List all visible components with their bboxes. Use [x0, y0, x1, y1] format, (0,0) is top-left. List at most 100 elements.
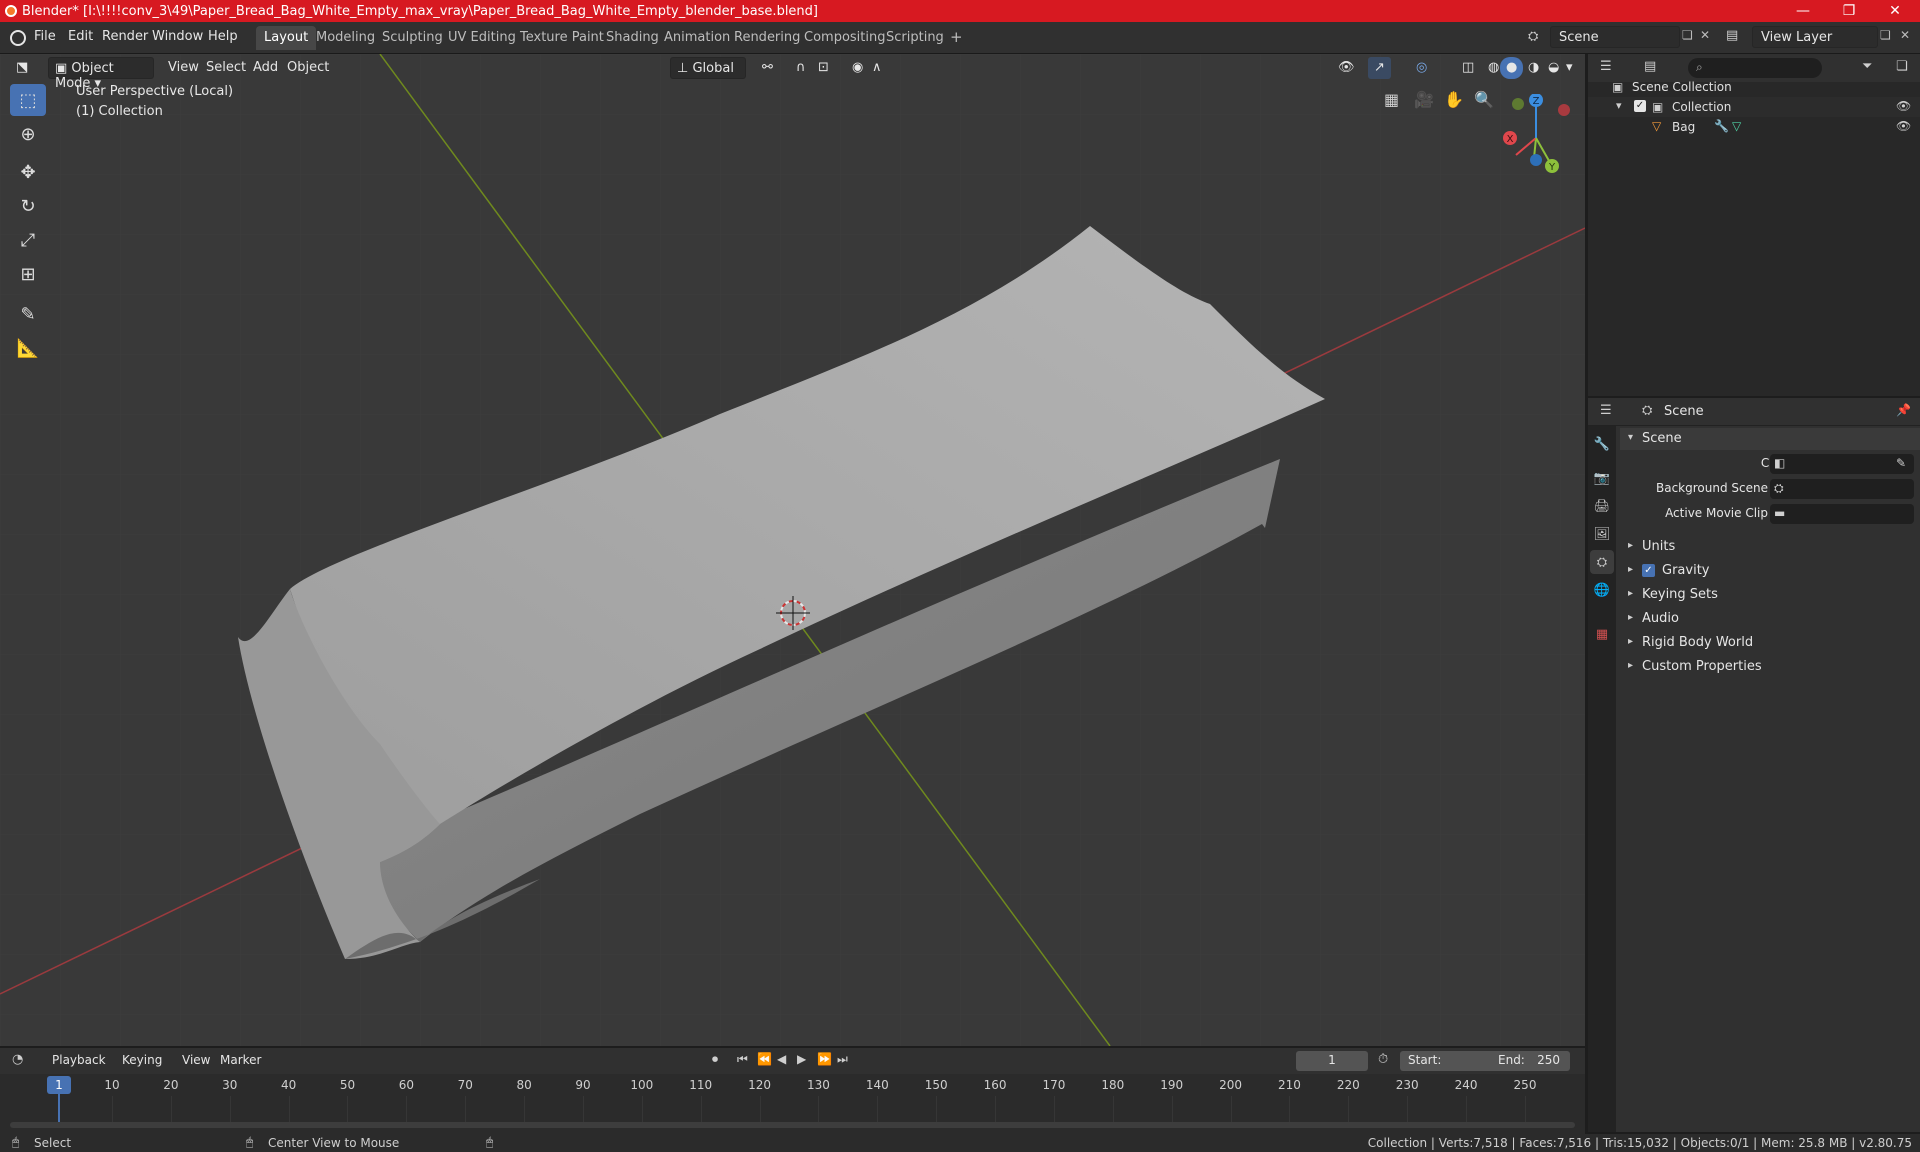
outliner-row-bag[interactable]: ▽ Bag 🔧 ▽ 👁 [1588, 117, 1920, 137]
end-frame-field[interactable]: End: 250 [1490, 1051, 1570, 1071]
outliner-row-scene-collection[interactable]: ▣ Scene Collection [1588, 77, 1920, 97]
scene-tab-icon[interactable]: ⛭ [1590, 550, 1614, 574]
add-workspace-button[interactable]: + [942, 26, 971, 50]
rigid-body-world-panel-header[interactable]: ▸ Rigid Body World [1620, 632, 1920, 654]
minimize-button[interactable]: — [1780, 0, 1826, 22]
editor-type-icon[interactable]: ⬔ [10, 57, 34, 79]
eye-icon[interactable]: 👁 [1896, 99, 1911, 113]
current-frame-field[interactable]: 1 [1296, 1051, 1368, 1071]
scene-selector[interactable]: Scene [1550, 26, 1680, 48]
expand-arrow-icon[interactable]: ▾ [1616, 99, 1622, 112]
stopwatch-icon[interactable]: ⏱ [1378, 1052, 1388, 1067]
maximize-button[interactable]: ❐ [1826, 0, 1872, 22]
world-tab-icon[interactable]: 🌐 [1590, 578, 1614, 602]
xray-toggle-icon[interactable]: ◫ [1456, 57, 1480, 79]
active-movie-clip-field[interactable]: ▬ [1770, 504, 1914, 524]
marker-menu[interactable]: Marker [220, 1053, 261, 1067]
pan-view-icon[interactable]: ✋ [1444, 90, 1464, 109]
toggle-camera-view-grid-icon[interactable]: ▦ [1384, 90, 1399, 109]
menu-select[interactable]: Select [200, 57, 252, 79]
view-layer-tab-icon[interactable]: 🖼 [1590, 522, 1614, 546]
tab-scripting[interactable]: Scripting [878, 26, 952, 50]
output-tab-icon[interactable]: 🖨 [1590, 494, 1614, 518]
keying-menu[interactable]: Keying [122, 1053, 162, 1067]
camera-field[interactable]: ◧ ✎ [1770, 454, 1914, 474]
play-icon[interactable]: ▶ [797, 1052, 806, 1066]
delete-view-layer-icon[interactable]: ✕ [1900, 28, 1910, 42]
measure-tool-icon[interactable]: 📐 [10, 332, 46, 364]
menu-view[interactable]: View [162, 57, 205, 79]
menu-window[interactable]: Window [152, 29, 203, 44]
visibility-icon[interactable]: 👁 [1332, 57, 1361, 79]
mode-dropdown[interactable]: ▣ Object Mode ▾ [48, 57, 154, 91]
view-layer-selector[interactable]: View Layer [1752, 26, 1878, 48]
jump-end-icon[interactable]: ⏭ [837, 1052, 848, 1067]
render-tab-icon[interactable]: 📷 [1590, 466, 1614, 490]
custom-properties-panel-header[interactable]: ▸ Custom Properties [1620, 656, 1920, 678]
audio-panel-header[interactable]: ▸ Audio [1620, 608, 1920, 630]
cursor-tool-icon[interactable]: ⊕ [10, 118, 46, 150]
new-view-layer-icon[interactable]: ❏ [1880, 28, 1891, 42]
camera-view-icon[interactable]: 🎥 [1414, 90, 1434, 109]
texture-tab-icon[interactable]: ▦ [1590, 622, 1614, 646]
display-mode-icon[interactable]: ▤ [1644, 59, 1656, 74]
timeline-tick-label: 60 [398, 1078, 414, 1092]
outliner-editor-type-icon[interactable]: ☰ [1600, 59, 1612, 74]
blender-menu-icon[interactable] [10, 30, 26, 46]
eyedropper-icon[interactable]: ✎ [1896, 456, 1906, 470]
transform-orientation-dropdown[interactable]: ⊥ Global [670, 57, 746, 79]
eye-icon[interactable]: 👁 [1896, 119, 1911, 133]
gravity-panel-header[interactable]: ▸ ✓ Gravity [1620, 560, 1920, 582]
menu-help[interactable]: Help [208, 29, 238, 44]
rotate-tool-icon[interactable]: ↻ [10, 190, 46, 222]
menu-render[interactable]: Render [102, 29, 148, 44]
menu-object[interactable]: Object [281, 57, 335, 79]
delete-scene-icon[interactable]: ✕ [1700, 28, 1710, 42]
menu-add[interactable]: Add [247, 57, 284, 79]
timeline-scrollbar[interactable] [10, 1122, 1575, 1128]
properties-editor-type-icon[interactable]: ☰ [1600, 403, 1612, 418]
tab-texture-paint[interactable]: Texture Paint [512, 26, 612, 50]
pin-icon[interactable]: 📌 [1896, 403, 1911, 417]
playback-menu[interactable]: Playback [52, 1053, 106, 1067]
collection-checkbox[interactable]: ✓ [1634, 100, 1646, 112]
tool-settings-tab-icon[interactable]: 🔧 [1590, 432, 1614, 456]
new-collection-icon[interactable]: ❏ [1896, 59, 1908, 74]
outliner-row-collection[interactable]: ▾ ✓ ▣ Collection 👁 [1588, 97, 1920, 117]
zoom-view-icon[interactable]: 🔍 [1474, 90, 1494, 109]
menu-edit[interactable]: Edit [68, 29, 93, 44]
transform-tool-icon[interactable]: ⊞ [10, 258, 46, 290]
prev-keyframe-icon[interactable]: ⏪ [757, 1052, 772, 1066]
move-tool-icon[interactable]: ✥ [10, 156, 46, 188]
timeline-editor-type-icon[interactable]: ◔ [12, 1052, 23, 1067]
annotate-tool-icon[interactable]: ✎ [10, 298, 46, 330]
snap-icon[interactable]: ∩ [790, 57, 812, 79]
solid-shading-icon[interactable]: ● [1500, 57, 1524, 79]
3d-viewport[interactable]: ⬔ ▣ Object Mode ▾ View Select Add Object… [0, 54, 1585, 1046]
pivot-point-icon[interactable]: ⚯ [756, 57, 779, 79]
new-scene-icon[interactable]: ❏ [1682, 28, 1693, 42]
scale-tool-icon[interactable]: ⤢ [10, 224, 46, 256]
play-reverse-icon[interactable]: ◀ [777, 1052, 786, 1066]
overlay-toggle-icon[interactable]: ◎ [1410, 57, 1433, 79]
background-scene-field[interactable]: ⛭ [1770, 479, 1914, 499]
filter-icon[interactable]: ⏷ [1862, 59, 1872, 74]
navigation-gizmo[interactable]: Z X Y [1496, 94, 1580, 178]
next-keyframe-icon[interactable]: ⏩ [817, 1052, 832, 1066]
menu-file[interactable]: File [34, 29, 56, 44]
scene-panel-header[interactable]: ▾ Scene [1620, 428, 1920, 450]
outliner-search-input[interactable]: ⌕ [1688, 58, 1822, 78]
units-panel-header[interactable]: ▸ Units [1620, 536, 1920, 558]
falloff-icon[interactable]: ∧ [866, 57, 888, 79]
tab-modeling[interactable]: Modeling [308, 26, 383, 50]
shading-options-icon[interactable]: ▾ [1560, 57, 1579, 79]
jump-start-icon[interactable]: ⏮ [737, 1052, 748, 1067]
select-box-tool-icon[interactable]: ⬚ [10, 84, 46, 116]
timeline-view-menu[interactable]: View [182, 1053, 210, 1067]
gizmo-toggle-icon[interactable]: ↗ [1368, 57, 1391, 79]
snap-target-icon[interactable]: ⊡ [812, 57, 835, 79]
gravity-checkbox[interactable]: ✓ [1642, 564, 1655, 577]
close-button[interactable]: ✕ [1872, 0, 1918, 22]
record-icon[interactable]: ⏺ [712, 1052, 718, 1067]
keying-sets-panel-header[interactable]: ▸ Keying Sets [1620, 584, 1920, 606]
